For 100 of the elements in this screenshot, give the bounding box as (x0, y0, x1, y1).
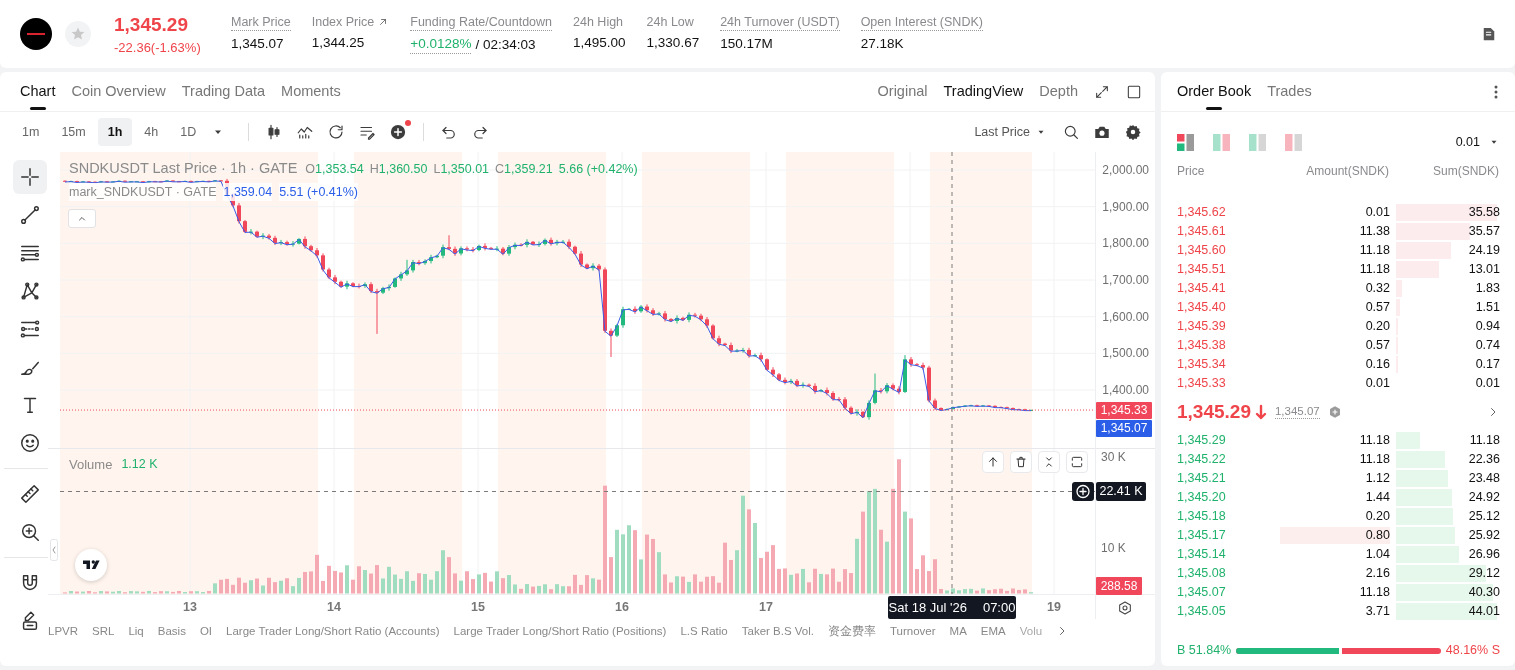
indicator-tab[interactable]: OI (199, 623, 213, 639)
crosshair-icon (19, 166, 41, 188)
expand-icon[interactable] (1094, 83, 1110, 100)
document-icon[interactable] (1482, 26, 1496, 42)
ask-sum: 0.94 (1474, 317, 1500, 335)
time-axis-label: 13 (182, 599, 198, 615)
order-book-tab[interactable]: Trades (1267, 72, 1312, 111)
indicator-tab[interactable]: MA (949, 623, 967, 639)
ask-price: 1,345.41 (1177, 279, 1227, 297)
settings-icon[interactable] (1117, 600, 1133, 616)
parallel-lines-icon (19, 318, 41, 340)
chart-tab[interactable]: Coin Overview (71, 72, 166, 111)
hexagon-plus-icon[interactable] (1327, 404, 1342, 419)
mark-price: 1,345.07 (1274, 404, 1320, 419)
chart-tab[interactable]: Moments (281, 72, 341, 111)
price-axis-label: 1,900.00 (1101, 198, 1149, 215)
ask-price: 1,345.40 (1177, 298, 1227, 316)
ohlc-value: O1,353.54 (305, 160, 364, 178)
bid-amount: 1.04 (1364, 545, 1390, 563)
ask-amount: 0.57 (1364, 298, 1390, 316)
view-tab[interactable]: TradingView (943, 72, 1024, 111)
maximize-button[interactable] (1066, 451, 1088, 473)
interval-button[interactable]: 15m (51, 118, 96, 146)
arrow-up-icon (986, 455, 1000, 469)
bid-sum: 23.48 (1467, 469, 1500, 487)
column-header: Amount(SNDK) (1305, 162, 1389, 179)
indicator-tab[interactable]: Large Trader Long/Short Ratio (Positions) (453, 623, 667, 639)
volume-value: 1.12 K (121, 456, 158, 474)
ask-price: 1,345.60 (1177, 241, 1227, 259)
indicator-tab[interactable]: 资金费率 (828, 623, 876, 639)
zoom-in-icon (19, 521, 41, 543)
price-axis-label: 1,500.00 (1101, 345, 1149, 362)
indicator-tab[interactable]: LPVR (48, 623, 79, 639)
time-axis-label: 14 (326, 599, 342, 615)
stat-value: 1,330.67 (646, 34, 700, 52)
search-icon[interactable] (1062, 123, 1080, 141)
bid-sum: 26.96 (1467, 545, 1500, 563)
bid-sum: 24.92 (1467, 488, 1500, 506)
ohlc-value: C1,359.21 (495, 160, 553, 178)
bid-price: 1,345.29 (1177, 431, 1227, 449)
bid-sum: 11.18 (1468, 431, 1500, 449)
square-icon[interactable] (1126, 83, 1142, 100)
indicator-tab[interactable]: Taker B.S Vol. (741, 623, 814, 639)
bid-sum: 29.12 (1467, 564, 1500, 582)
drawing-tool-button[interactable] (13, 160, 47, 194)
ask-sum: 1.51 (1474, 298, 1500, 316)
layout-icon[interactable] (1177, 133, 1194, 151)
stat-value: 27.18K (860, 35, 904, 53)
view-tab[interactable]: Depth (1039, 72, 1078, 111)
add-circle-icon[interactable] (389, 123, 408, 141)
chart-tab[interactable]: Trading Data (181, 72, 266, 111)
crosshair-volume-tag: 22.41 K (1096, 482, 1146, 501)
smiley-icon (19, 432, 41, 454)
ask-sum: 13.01 (1467, 260, 1500, 278)
indicator-tab[interactable]: Basis (157, 623, 186, 639)
ohlc-value: L1,350.01 (433, 160, 490, 178)
volume-tag: 288.58 (1096, 577, 1142, 595)
chart-tab[interactable]: Chart (20, 72, 56, 111)
bid-amount: 11.18 (1358, 450, 1390, 468)
indicator-tab[interactable]: Large Trader Long/Short Ratio (Accounts) (226, 623, 440, 639)
view-tab[interactable]: Original (877, 72, 928, 111)
indicator-tab[interactable]: L.S Ratio (680, 623, 728, 639)
delete-button[interactable] (1010, 451, 1032, 473)
ask-price: 1,345.51 (1177, 260, 1227, 278)
time-axis-label: 16 (614, 599, 630, 615)
interval-button[interactable]: 4h (134, 118, 169, 146)
logo-icon[interactable] (75, 549, 107, 581)
price-tag: 1,345.33 (1096, 402, 1152, 419)
bid-price: 1,345.20 (1177, 488, 1227, 506)
settings-icon[interactable] (1124, 123, 1142, 141)
legend-change: 5.66 (+0.42%) (558, 160, 638, 178)
ask-price: 1,345.39 (1177, 317, 1227, 335)
price-axis-label: 1,800.00 (1101, 235, 1149, 252)
order-book-tab[interactable]: Order Book (1177, 72, 1252, 111)
indicator-tab[interactable]: SRL (92, 623, 115, 639)
ask-amount: 0.20 (1364, 317, 1390, 335)
interval-button[interactable]: 1h (97, 118, 133, 146)
volume-label: Volume (69, 456, 113, 474)
time-axis-label: 19 (1046, 599, 1062, 615)
interval-button[interactable]: 1m (12, 118, 50, 146)
ask-price: 1,345.34 (1177, 355, 1227, 373)
volume-axis-label: 30 K (1101, 449, 1126, 465)
indicator-tab[interactable]: Turnover (890, 623, 936, 639)
price-tag: 1,345.07 (1096, 420, 1152, 437)
refresh-icon[interactable] (327, 123, 346, 141)
bid-amount: 2.16 (1364, 564, 1390, 582)
more-icon[interactable] (1493, 83, 1499, 100)
column-header: Price (1177, 162, 1206, 179)
indicator-tab[interactable]: Liq (128, 623, 144, 639)
bid-amount: 3.71 (1364, 602, 1390, 620)
price-axis-label: 1,600.00 (1101, 308, 1149, 325)
move-up-button[interactable] (982, 451, 1004, 473)
ask-price: 1,345.33 (1177, 374, 1227, 392)
ohlc-value: H1,360.50 (369, 160, 428, 178)
indicator-tab[interactable]: Volu (1019, 623, 1043, 639)
price-source-dropdown[interactable]: Last Price (974, 122, 1046, 142)
indicator-tab[interactable]: EMA (980, 623, 1006, 639)
price-axis-label: 2,000.00 (1101, 162, 1149, 178)
interval-button[interactable]: 1D (170, 118, 207, 146)
precision-dropdown[interactable]: 0.01 (1455, 133, 1499, 152)
